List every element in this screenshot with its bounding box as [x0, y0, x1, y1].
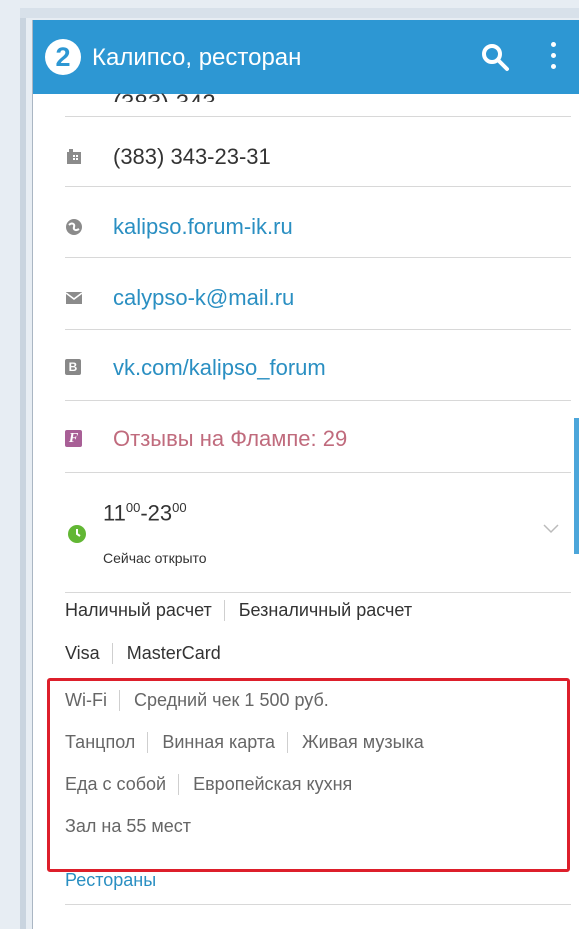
logo-glyph: 2	[55, 42, 71, 72]
divider	[65, 116, 571, 117]
feature-wifi: Wi-Fi	[65, 690, 107, 710]
features-row-4: Зал на 55 мест	[65, 816, 201, 840]
phone-icon	[67, 149, 81, 164]
feature-live-music: Живая музыка	[286, 732, 434, 753]
close-hour: 23	[147, 500, 173, 526]
email-link[interactable]: calypso-k@mail.ru	[113, 285, 294, 311]
page-title: Калипсо, ресторан	[92, 44, 302, 71]
feature-takeaway: Еда с собой	[65, 774, 167, 794]
window-frame-left	[20, 14, 26, 929]
hours-dash: -	[140, 500, 148, 526]
features-row-1: Wi-Fi Средний чек 1 500 руб.	[65, 690, 339, 714]
payment-row-1: Наличный расчет Безналичный расчет	[65, 600, 422, 624]
divider	[65, 329, 571, 330]
divider	[65, 400, 571, 401]
divider	[65, 257, 571, 258]
divider	[65, 904, 571, 905]
search-icon[interactable]	[480, 42, 510, 72]
divider	[65, 592, 571, 593]
payment-cash: Наличный расчет	[65, 600, 212, 620]
divider	[65, 186, 571, 187]
scrollbar[interactable]	[574, 418, 579, 554]
open-hour: 11	[103, 500, 126, 526]
more-vertical-icon[interactable]	[543, 40, 563, 74]
globe-icon	[66, 219, 82, 235]
category-link[interactable]: Рестораны	[65, 870, 156, 891]
2gis-logo-icon[interactable]: 2	[45, 39, 81, 75]
payment-mastercard: MasterCard	[111, 643, 231, 664]
phone-number[interactable]: (383) 343-23-31	[113, 144, 271, 170]
feature-hall-capacity: Зал на 55 мест	[65, 816, 191, 836]
payment-visa: Visa	[65, 643, 100, 663]
features-row-2: Танцпол Винная карта Живая музыка	[65, 732, 434, 756]
mobile-window: 2 Калипсо, ресторан (383) 343 (383) 343-…	[32, 20, 579, 929]
close-minute: 00	[172, 500, 187, 515]
divider	[65, 472, 571, 473]
features-row-3: Еда с собой Европейская кухня	[65, 774, 362, 798]
reviews-link[interactable]: Отзывы на Флампе: 29	[113, 426, 347, 452]
vk-icon: В	[65, 359, 81, 375]
open-status-icon	[68, 525, 86, 543]
website-link[interactable]: kalipso.forum-ik.ru	[113, 214, 293, 240]
working-hours: 1100-2300	[103, 500, 187, 526]
feature-dance-floor: Танцпол	[65, 732, 136, 752]
feature-european-cuisine: Европейская кухня	[178, 774, 362, 795]
app-bar: 2 Калипсо, ресторан	[33, 20, 579, 94]
feature-average-check: Средний чек 1 500 руб.	[118, 690, 339, 711]
payment-card: Безналичный расчет	[223, 600, 422, 621]
vk-link[interactable]: vk.com/kalipso_forum	[113, 355, 326, 381]
chevron-down-icon[interactable]	[542, 523, 560, 535]
open-status-text: Сейчас открыто	[103, 550, 207, 566]
feature-wine-list: Винная карта	[147, 732, 285, 753]
mail-icon	[65, 292, 83, 304]
flamp-icon: F	[65, 430, 82, 447]
window-frame-top	[20, 8, 579, 18]
payment-row-2: Visa MasterCard	[65, 643, 231, 667]
scrolled-phone-fragment: (383) 343	[113, 92, 223, 102]
open-minute: 00	[125, 500, 141, 515]
